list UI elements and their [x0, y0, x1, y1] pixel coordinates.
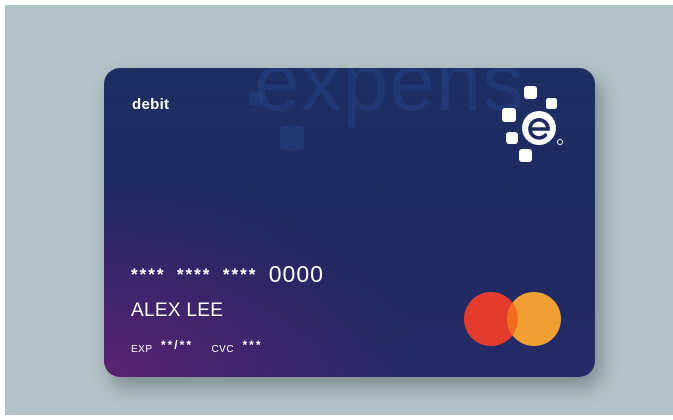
mastercard-logo-icon [464, 292, 561, 346]
debit-card: expens debit **** **** **** 0000 ALEX LE… [104, 68, 595, 377]
exp-label: EXP [131, 344, 153, 355]
watermark-dot [280, 126, 304, 150]
card-number-group: **** [176, 265, 212, 284]
exp-value: **/** [160, 338, 193, 352]
brand-watermark: expens [254, 68, 525, 128]
card-type-label: debit [132, 96, 170, 113]
cvc-value: *** [242, 338, 263, 352]
card-number-last4: 0000 [268, 261, 324, 287]
card-number-group: **** [222, 265, 258, 284]
watermark-dot [249, 92, 263, 106]
background: expens debit **** **** **** 0000 ALEX LE… [5, 5, 673, 415]
card-meta: EXP **/** CVC *** [131, 338, 277, 357]
cardholder-name: ALEX LEE [131, 300, 224, 321]
cvc-label: CVC [211, 344, 235, 355]
card-number: **** **** **** 0000 [131, 261, 324, 288]
expensify-logo-icon [502, 86, 564, 162]
card-number-group: **** [131, 265, 166, 284]
